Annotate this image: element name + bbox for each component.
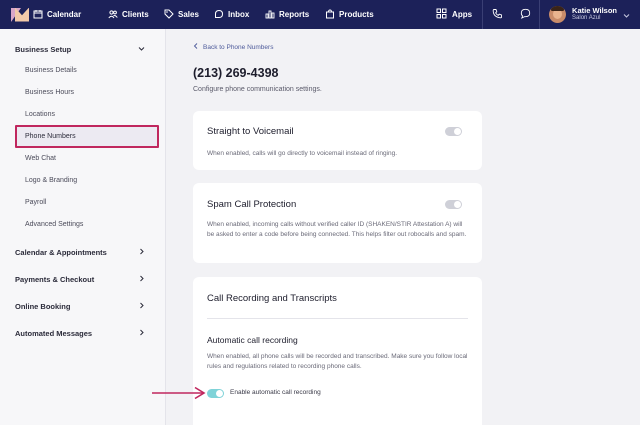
sidebar-item-business-hours[interactable]: Business Hours xyxy=(25,89,74,96)
phone-button[interactable] xyxy=(483,0,511,29)
chevron-right-icon xyxy=(138,302,145,311)
voicemail-toggle[interactable] xyxy=(445,127,462,136)
nav-sales-label: Sales xyxy=(178,10,199,19)
page-title: (213) 269-4398 xyxy=(193,66,279,80)
auto-recording-description: When enabled, all phone calls will be re… xyxy=(207,353,468,371)
sidebar-section-online-booking[interactable]: Online Booking xyxy=(15,302,145,311)
user-menu[interactable]: Katie Wilson Salon Azul xyxy=(540,0,640,29)
sidebar-section-label: Online Booking xyxy=(15,302,71,311)
nav-reports[interactable]: Reports xyxy=(259,0,315,29)
main-content: Back to Phone Numbers (213) 269-4398 Con… xyxy=(167,29,640,425)
call-recording-card: Call Recording and Transcripts Automatic… xyxy=(193,277,482,425)
chevron-right-icon xyxy=(138,329,145,338)
inbox-icon xyxy=(214,9,228,21)
nav-clients-label: Clients xyxy=(122,10,149,19)
voicemail-card: Straight to Voicemail When enabled, call… xyxy=(193,111,482,170)
nav-products[interactable]: Products xyxy=(319,0,380,29)
sidebar-section-payments-checkout[interactable]: Payments & Checkout xyxy=(15,275,145,284)
sidebar-item-phone-numbers[interactable]: Phone Numbers xyxy=(15,125,159,148)
nav-right-group: Apps Katie Wilson Salon Azul xyxy=(427,0,640,29)
avatar xyxy=(549,6,567,23)
chat-button[interactable] xyxy=(511,0,539,29)
calendar-icon xyxy=(33,9,47,21)
sidebar-item-locations[interactable]: Locations xyxy=(25,111,55,118)
bag-icon xyxy=(325,8,339,21)
nav-products-label: Products xyxy=(339,10,374,19)
back-link-label: Back to Phone Numbers xyxy=(203,43,274,51)
nav-calendar[interactable]: Calendar xyxy=(0,0,87,29)
sidebar-section-automated-messages[interactable]: Automated Messages xyxy=(15,329,145,338)
chat-bubble-icon xyxy=(520,6,531,24)
sidebar-section-label: Business Setup xyxy=(15,45,72,54)
sidebar-item-label: Phone Numbers xyxy=(25,133,76,140)
nav-inbox-label: Inbox xyxy=(228,10,250,19)
user-location: Salon Azul xyxy=(572,15,601,22)
user-name: Katie Wilson xyxy=(572,6,617,16)
sidebar-item-payroll[interactable]: Payroll xyxy=(25,199,46,206)
sidebar-item-advanced-settings[interactable]: Advanced Settings xyxy=(25,221,83,228)
sidebar-item-logo-branding[interactable]: Logo & Branding xyxy=(25,177,77,184)
spam-protection-title: Spam Call Protection xyxy=(207,199,297,210)
grid-icon xyxy=(436,8,452,21)
sidebar-section-label: Automated Messages xyxy=(15,329,93,338)
spam-protection-card: Spam Call Protection When enabled, incom… xyxy=(193,183,482,263)
spam-protection-description: When enabled, incoming calls without ver… xyxy=(207,221,467,239)
sidebar-item-web-chat[interactable]: Web Chat xyxy=(25,155,56,162)
page-subtitle: Configure phone communication settings. xyxy=(193,86,322,93)
apps-button[interactable]: Apps xyxy=(427,0,482,29)
card-divider xyxy=(207,318,468,319)
voicemail-description: When enabled, calls will go directly to … xyxy=(207,150,398,157)
auto-recording-toggle[interactable] xyxy=(207,389,224,398)
tag-icon xyxy=(164,9,178,21)
chevron-down-icon xyxy=(138,45,145,54)
auto-recording-toggle-label[interactable]: Enable automatic call recording xyxy=(230,389,321,396)
back-link[interactable]: Back to Phone Numbers xyxy=(193,43,273,51)
chevron-right-icon xyxy=(138,248,145,257)
sidebar-item-business-details[interactable]: Business Details xyxy=(25,67,77,74)
nav-clients[interactable]: Clients xyxy=(102,0,155,29)
pointer-arrow-icon xyxy=(152,386,206,400)
spam-protection-toggle[interactable] xyxy=(445,200,462,209)
clients-icon xyxy=(108,9,122,21)
nav-inbox[interactable]: Inbox xyxy=(208,0,255,29)
chevron-right-icon xyxy=(138,275,145,284)
settings-sidebar: Business Setup Business Details Business… xyxy=(0,29,166,425)
sidebar-section-label: Payments & Checkout xyxy=(15,275,95,284)
sidebar-section-calendar-appointments[interactable]: Calendar & Appointments xyxy=(15,248,145,257)
top-nav: Calendar Clients Sales Inbox Reports Pro… xyxy=(0,0,640,29)
apps-label: Apps xyxy=(452,10,473,19)
nav-calendar-label: Calendar xyxy=(47,10,82,19)
sidebar-section-label: Calendar & Appointments xyxy=(15,248,107,257)
chevron-down-icon xyxy=(623,6,630,24)
chevron-left-icon xyxy=(193,43,203,51)
nav-sales[interactable]: Sales xyxy=(158,0,205,29)
sidebar-section-business-setup[interactable]: Business Setup xyxy=(15,45,145,54)
nav-reports-label: Reports xyxy=(279,10,310,19)
auto-recording-subtitle: Automatic call recording xyxy=(207,335,298,345)
call-recording-title: Call Recording and Transcripts xyxy=(207,293,337,304)
phone-icon xyxy=(492,6,503,24)
voicemail-title: Straight to Voicemail xyxy=(207,126,294,137)
bar-chart-icon xyxy=(265,9,279,21)
